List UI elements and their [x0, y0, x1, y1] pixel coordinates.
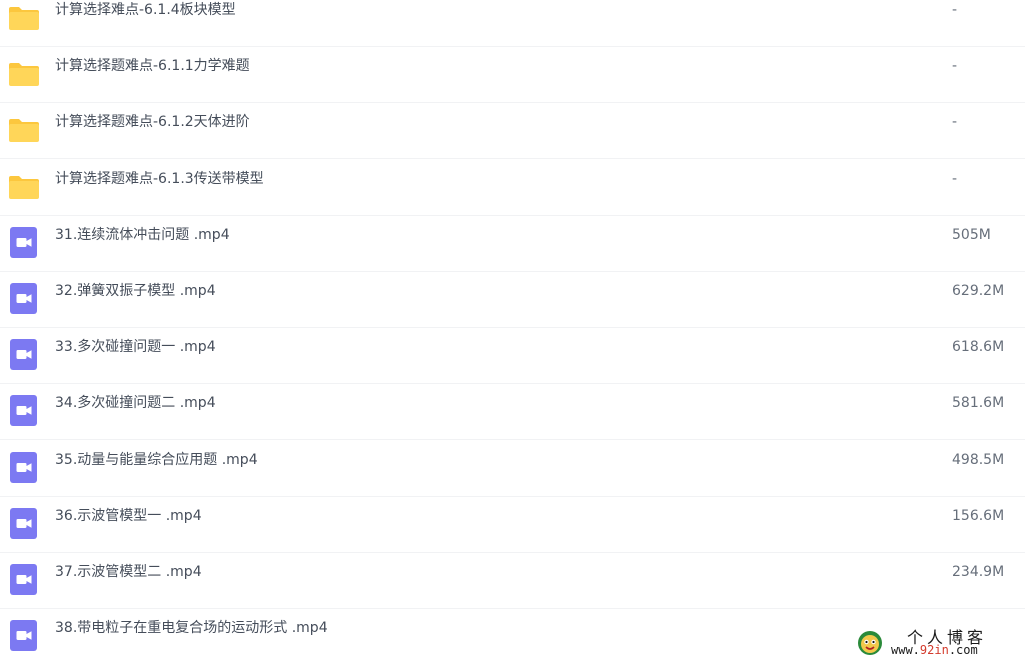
video-file-icon [10, 620, 37, 652]
file-row[interactable]: 35.动量与能量综合应用题 .mp4 498.5M [0, 441, 1025, 497]
file-name[interactable]: 32.弹簧双振子模型 .mp4 [55, 272, 216, 310]
file-name[interactable]: 38.带电粒子在重电复合场的运动形式 .mp4 [55, 609, 328, 647]
folder-icon [9, 119, 39, 143]
folder-row[interactable]: 计算选择题难点-6.1.2天体进阶 - [0, 103, 1025, 160]
file-row[interactable]: 32.弹簧双振子模型 .mp4 629.2M [0, 272, 1025, 328]
file-size: 618.6M [952, 339, 1005, 356]
watermark: 个人博客 www.92in.com [855, 622, 1025, 664]
folder-row[interactable]: 计算选择题难点-6.1.3传送带模型 - [0, 160, 1025, 216]
file-size: 505M [952, 226, 991, 243]
video-file-icon [10, 283, 37, 314]
file-row[interactable]: 37.示波管模型二 .mp4 234.9M [0, 553, 1025, 609]
watermark-face-icon [858, 631, 882, 655]
video-file-icon [10, 564, 37, 595]
video-file-icon [10, 507, 37, 539]
video-file-icon [10, 226, 37, 258]
video-file-icon [10, 395, 37, 427]
folder-row[interactable]: 计算选择难点-6.1.4板块模型 - [0, 0, 1025, 47]
file-size: - [952, 58, 958, 75]
file-row[interactable]: 31.连续流体冲击问题 .mp4 505M [0, 216, 1025, 272]
file-size: 156.6M [952, 507, 1005, 524]
file-size: - [952, 114, 958, 131]
file-name[interactable]: 计算选择题难点-6.1.2天体进阶 [55, 103, 250, 141]
file-name[interactable]: 36.示波管模型一 .mp4 [55, 497, 202, 535]
folder-icon [9, 7, 39, 30]
file-row[interactable]: 33.多次碰撞问题一 .mp4 618.6M [0, 328, 1025, 385]
video-file-icon [10, 451, 37, 483]
file-name[interactable]: 35.动量与能量综合应用题 .mp4 [55, 441, 258, 479]
file-name[interactable]: 计算选择难点-6.1.4板块模型 [55, 0, 236, 29]
file-name[interactable]: 31.连续流体冲击问题 .mp4 [55, 216, 230, 254]
folder-icon [9, 175, 39, 199]
file-size: 581.6M [952, 395, 1005, 412]
folder-icon [9, 63, 39, 87]
file-name[interactable]: 计算选择题难点-6.1.3传送带模型 [55, 160, 264, 198]
file-name[interactable]: 37.示波管模型二 .mp4 [55, 553, 202, 591]
watermark-url: www.92in.com [891, 643, 978, 657]
file-size: - [952, 2, 958, 18]
file-name[interactable]: 计算选择题难点-6.1.1力学难题 [55, 47, 250, 85]
file-row[interactable]: 34.多次碰撞问题二 .mp4 581.6M [0, 384, 1025, 441]
file-size: 234.9M [952, 564, 1005, 580]
file-size: 498.5M [952, 451, 1005, 468]
file-size: - [952, 170, 958, 187]
file-size: 629.2M [952, 283, 1005, 299]
folder-row[interactable]: 计算选择题难点-6.1.1力学难题 - [0, 47, 1025, 104]
video-file-icon [10, 339, 37, 371]
file-row[interactable]: 36.示波管模型一 .mp4 156.6M [0, 497, 1025, 553]
file-name[interactable]: 34.多次碰撞问题二 .mp4 [55, 384, 216, 422]
file-name[interactable]: 33.多次碰撞问题一 .mp4 [55, 328, 216, 366]
